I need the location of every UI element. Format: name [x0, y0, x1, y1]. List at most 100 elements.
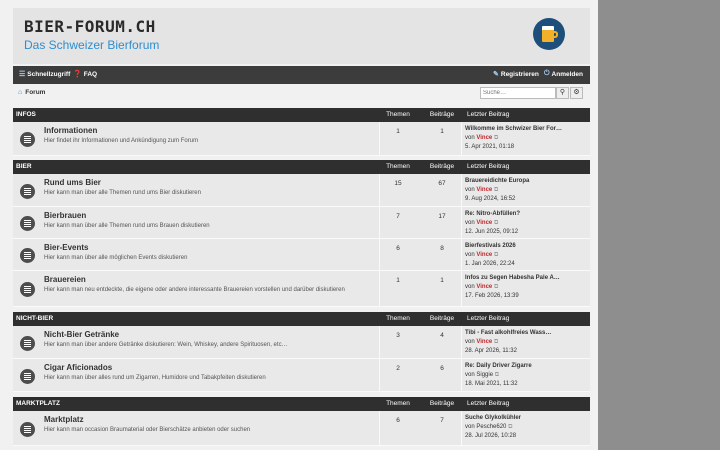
last-post-date: 12. Jun 2025, 09:12: [465, 229, 519, 235]
beer-mug-icon[interactable]: [533, 18, 565, 50]
category: BIER Themen Beiträge Letzter Beitrag Rund um…: [13, 160, 590, 307]
category-name[interactable]: BIER: [16, 163, 32, 170]
search-button[interactable]: ⚲: [556, 87, 569, 99]
home-icon: ⌂: [18, 89, 23, 96]
forum-title-link[interactable]: Bier-Events: [44, 243, 88, 252]
last-post-author-link[interactable]: Vince: [476, 252, 492, 258]
post-count: 1: [440, 128, 444, 135]
column-divider: [461, 359, 462, 391]
forum-title-link[interactable]: Brauereien: [44, 275, 86, 284]
last-post-author-link[interactable]: Vince: [476, 339, 492, 345]
view-latest-post-icon[interactable]: ⧉: [495, 372, 499, 378]
category-header: BIER Themen Beiträge Letzter Beitrag: [13, 160, 590, 174]
forum-description: Hier kann man über alle Themen rund ums …: [44, 223, 210, 229]
advanced-search-button[interactable]: ⚙: [570, 87, 583, 99]
register-link[interactable]: ✎ Registrieren: [493, 70, 539, 79]
category-name[interactable]: INFOS: [16, 111, 36, 118]
last-post-title-link[interactable]: Suche Glykolkühler: [465, 414, 585, 423]
view-latest-post-icon[interactable]: ⧉: [494, 187, 498, 193]
last-post-author-link[interactable]: Vince: [476, 284, 492, 290]
last-post-author-link[interactable]: Siggie: [476, 372, 493, 378]
forum-title-link[interactable]: Informationen: [44, 126, 97, 135]
last-post-title-link[interactable]: Wilkomme im Schwizer Bier For…: [465, 125, 585, 134]
last-post-title-link[interactable]: Bierfestivals 2026: [465, 242, 585, 251]
post-count: 67: [438, 180, 446, 187]
page-wrap: BIER-FORUM.CH Das Schweizer Bierforum ☰ S…: [0, 0, 598, 450]
site-title[interactable]: BIER-FORUM.CH: [24, 17, 156, 36]
last-post-author-link[interactable]: Pesche620: [476, 424, 506, 430]
last-post-author-line: von Vince ⧉: [465, 284, 498, 290]
question-icon: ❓: [73, 71, 82, 78]
login-link[interactable]: ⏻ Anmelden: [544, 70, 583, 78]
category-name[interactable]: NICHT-BIER: [16, 315, 53, 322]
last-post: Tibi - Fast alkohlfreies Wass… von Vince …: [465, 329, 585, 356]
forum-description: Hier kann man occasion Braumaterial oder…: [44, 427, 251, 433]
last-post-date: 28. Apr 2026, 11:32: [465, 348, 517, 354]
column-divider: [379, 359, 380, 391]
forum-row: Nicht-Bier Getränke Hier kann man über an…: [13, 326, 590, 359]
forum-title-link[interactable]: Nicht-Bier Getränke: [44, 330, 119, 339]
last-post-author-line: von Vince ⧉: [465, 187, 498, 193]
last-post-title-link[interactable]: Infos zu Segen Habesha Pale A…: [465, 274, 585, 283]
category-name[interactable]: MARKTPLATZ: [16, 400, 60, 407]
column-last-header: Letzter Beitrag: [467, 111, 510, 118]
by-label: von: [465, 135, 475, 141]
post-count: 17: [438, 213, 446, 220]
column-divider: [461, 207, 462, 238]
post-count: 7: [440, 417, 444, 424]
forum-description: Hier kann man neu entdeckte, die eigene …: [44, 287, 345, 293]
column-last-header: Letzter Beitrag: [467, 163, 510, 170]
column-topics-header: Themen: [386, 163, 410, 170]
last-post-title-link[interactable]: Brauereidichte Europa: [465, 177, 585, 186]
view-latest-post-icon[interactable]: ⧉: [494, 252, 498, 258]
forum-title-link[interactable]: Marktplatz: [44, 415, 84, 424]
faq-link[interactable]: ❓ FAQ: [73, 70, 97, 79]
last-post-title-link[interactable]: Re: Daily Driver Zigarre: [465, 362, 585, 371]
last-post-title-link[interactable]: Tibi - Fast alkohlfreies Wass…: [465, 329, 585, 338]
topic-count: 6: [396, 245, 400, 252]
last-post: Suche Glykolkühler von Pesche620 ⧉ 28. Jul…: [465, 414, 585, 441]
post-count: 4: [440, 332, 444, 339]
column-topics-header: Themen: [386, 400, 410, 407]
quicklinks-menu[interactable]: ☰ Schnellzugriff: [19, 70, 70, 79]
column-last-header: Letzter Beitrag: [467, 400, 510, 407]
column-divider: [379, 271, 380, 306]
view-latest-post-icon[interactable]: ⧉: [494, 135, 498, 141]
view-latest-post-icon[interactable]: ⧉: [494, 339, 498, 345]
category-header: INFOS Themen Beiträge Letzter Beitrag: [13, 108, 590, 122]
last-post-author-link[interactable]: Vince: [476, 135, 492, 141]
topic-count: 3: [396, 332, 400, 339]
search-icon: ⚲: [559, 89, 566, 96]
category: INFOS Themen Beiträge Letzter Beitrag Inform…: [13, 108, 590, 156]
view-latest-post-icon[interactable]: ⧉: [494, 284, 498, 290]
forum-title-link[interactable]: Bierbrauen: [44, 211, 86, 220]
search-input[interactable]: [480, 87, 556, 99]
last-post-author-line: von Vince ⧉: [465, 252, 498, 258]
last-post-author-line: von Siggie ⧉: [465, 372, 499, 378]
scrollbar-area: [598, 0, 720, 450]
column-posts-header: Beiträge: [429, 163, 455, 170]
forum-row: Marktplatz Hier kann man occasion Braumat…: [13, 411, 590, 446]
column-divider: [379, 207, 380, 238]
column-divider: [379, 122, 380, 155]
forum-description: Hier kann man über alles rund um Zigarre…: [44, 375, 266, 381]
view-latest-post-icon[interactable]: ⧉: [508, 424, 512, 430]
column-divider: [379, 326, 380, 358]
by-label: von: [465, 220, 475, 226]
column-divider: [461, 411, 462, 445]
forum-row: Rund ums Bier Hier kann man über alle The…: [13, 174, 590, 207]
last-post-author-link[interactable]: Vince: [476, 220, 492, 226]
last-post-title-link[interactable]: Re: Nitro-Abfüllen?: [465, 210, 585, 219]
view-latest-post-icon[interactable]: ⧉: [494, 220, 498, 226]
forum-title-link[interactable]: Cigar Aficionados: [44, 363, 112, 372]
site-header: BIER-FORUM.CH Das Schweizer Bierforum: [13, 8, 590, 64]
last-post-author-link[interactable]: Vince: [476, 187, 492, 193]
by-label: von: [465, 339, 475, 345]
last-post-date: 1. Jan 2026, 22:24: [465, 261, 515, 267]
last-post: Bierfestivals 2026 von Vince ⧉ 1. Jan 2026…: [465, 242, 585, 269]
last-post: Re: Daily Driver Zigarre von Siggie ⧉ 18. …: [465, 362, 585, 389]
forum-title-link[interactable]: Rund ums Bier: [44, 178, 101, 187]
column-posts-header: Beiträge: [429, 400, 455, 407]
breadcrumb[interactable]: ⌂ Forum: [18, 89, 45, 96]
forum-row: Bier-Events Hier kann man über alle mögli…: [13, 239, 590, 271]
